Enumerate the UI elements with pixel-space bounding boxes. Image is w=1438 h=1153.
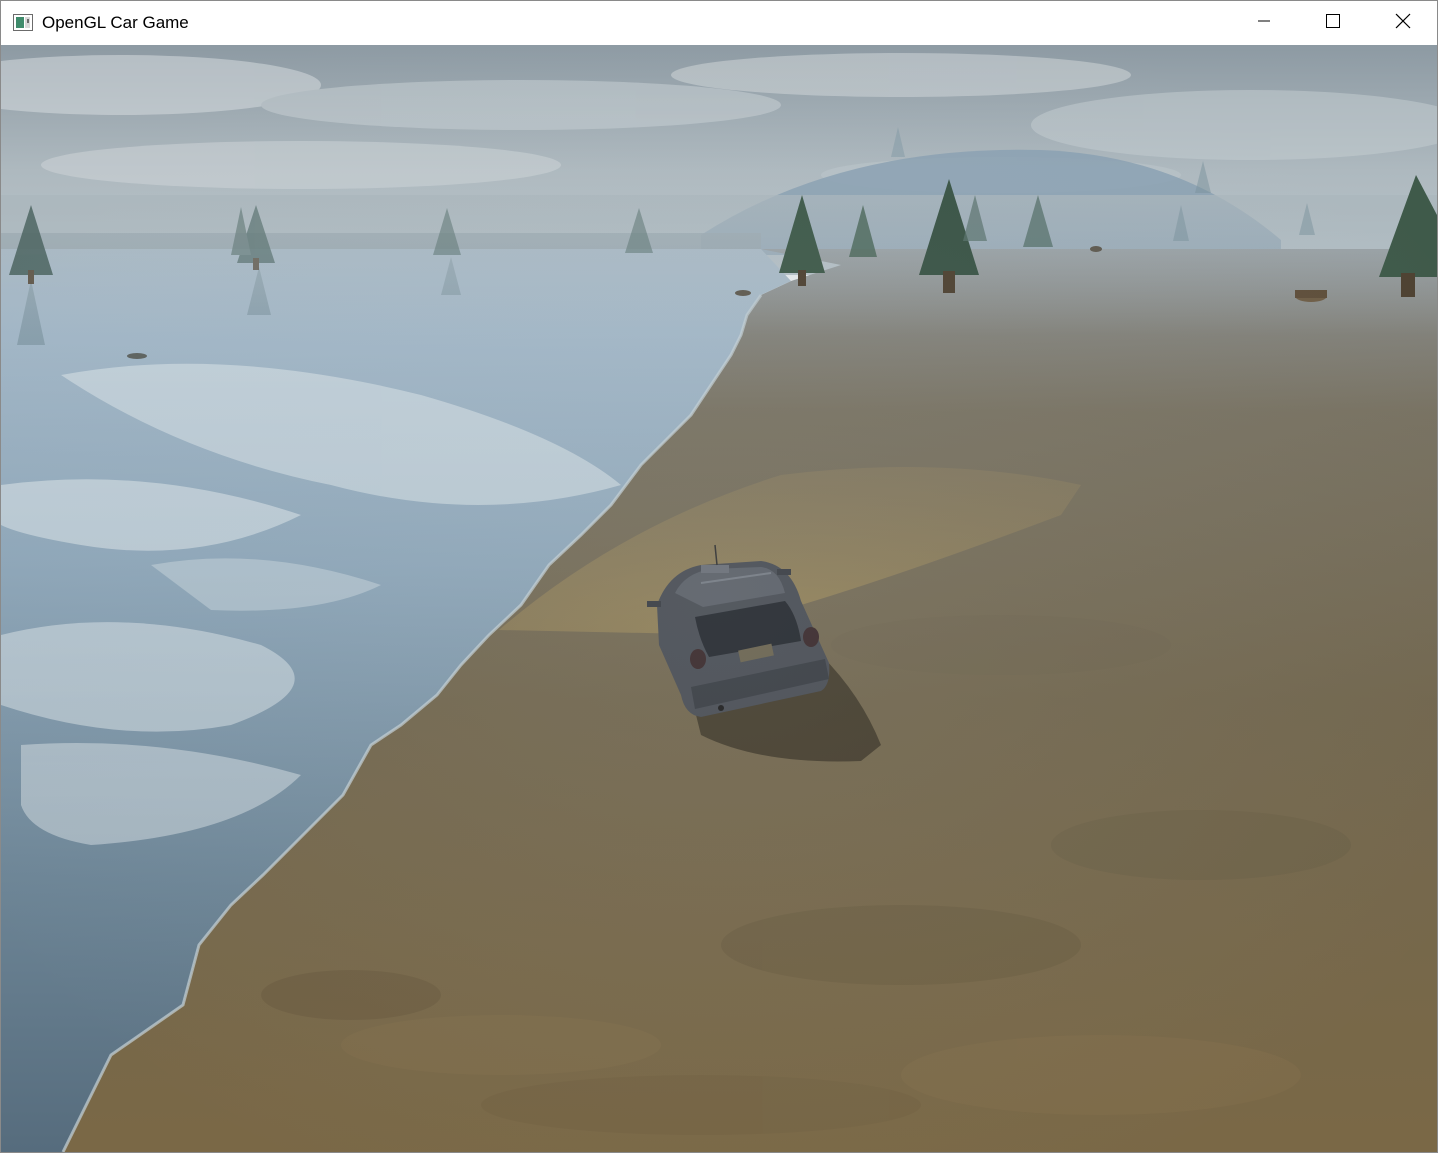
- maximize-icon: [1325, 13, 1341, 34]
- app-window-icon: [13, 14, 33, 31]
- close-icon: [1395, 13, 1411, 34]
- close-button[interactable]: [1369, 1, 1437, 45]
- minimize-icon: [1257, 14, 1271, 33]
- game-viewport[interactable]: [1, 45, 1437, 1152]
- window-title: OpenGL Car Game: [42, 13, 189, 32]
- game-window: OpenGL Car Game: [0, 0, 1438, 1153]
- maximize-button[interactable]: [1299, 1, 1367, 45]
- minimize-button[interactable]: [1230, 1, 1298, 45]
- title-bar[interactable]: OpenGL Car Game: [1, 1, 1437, 45]
